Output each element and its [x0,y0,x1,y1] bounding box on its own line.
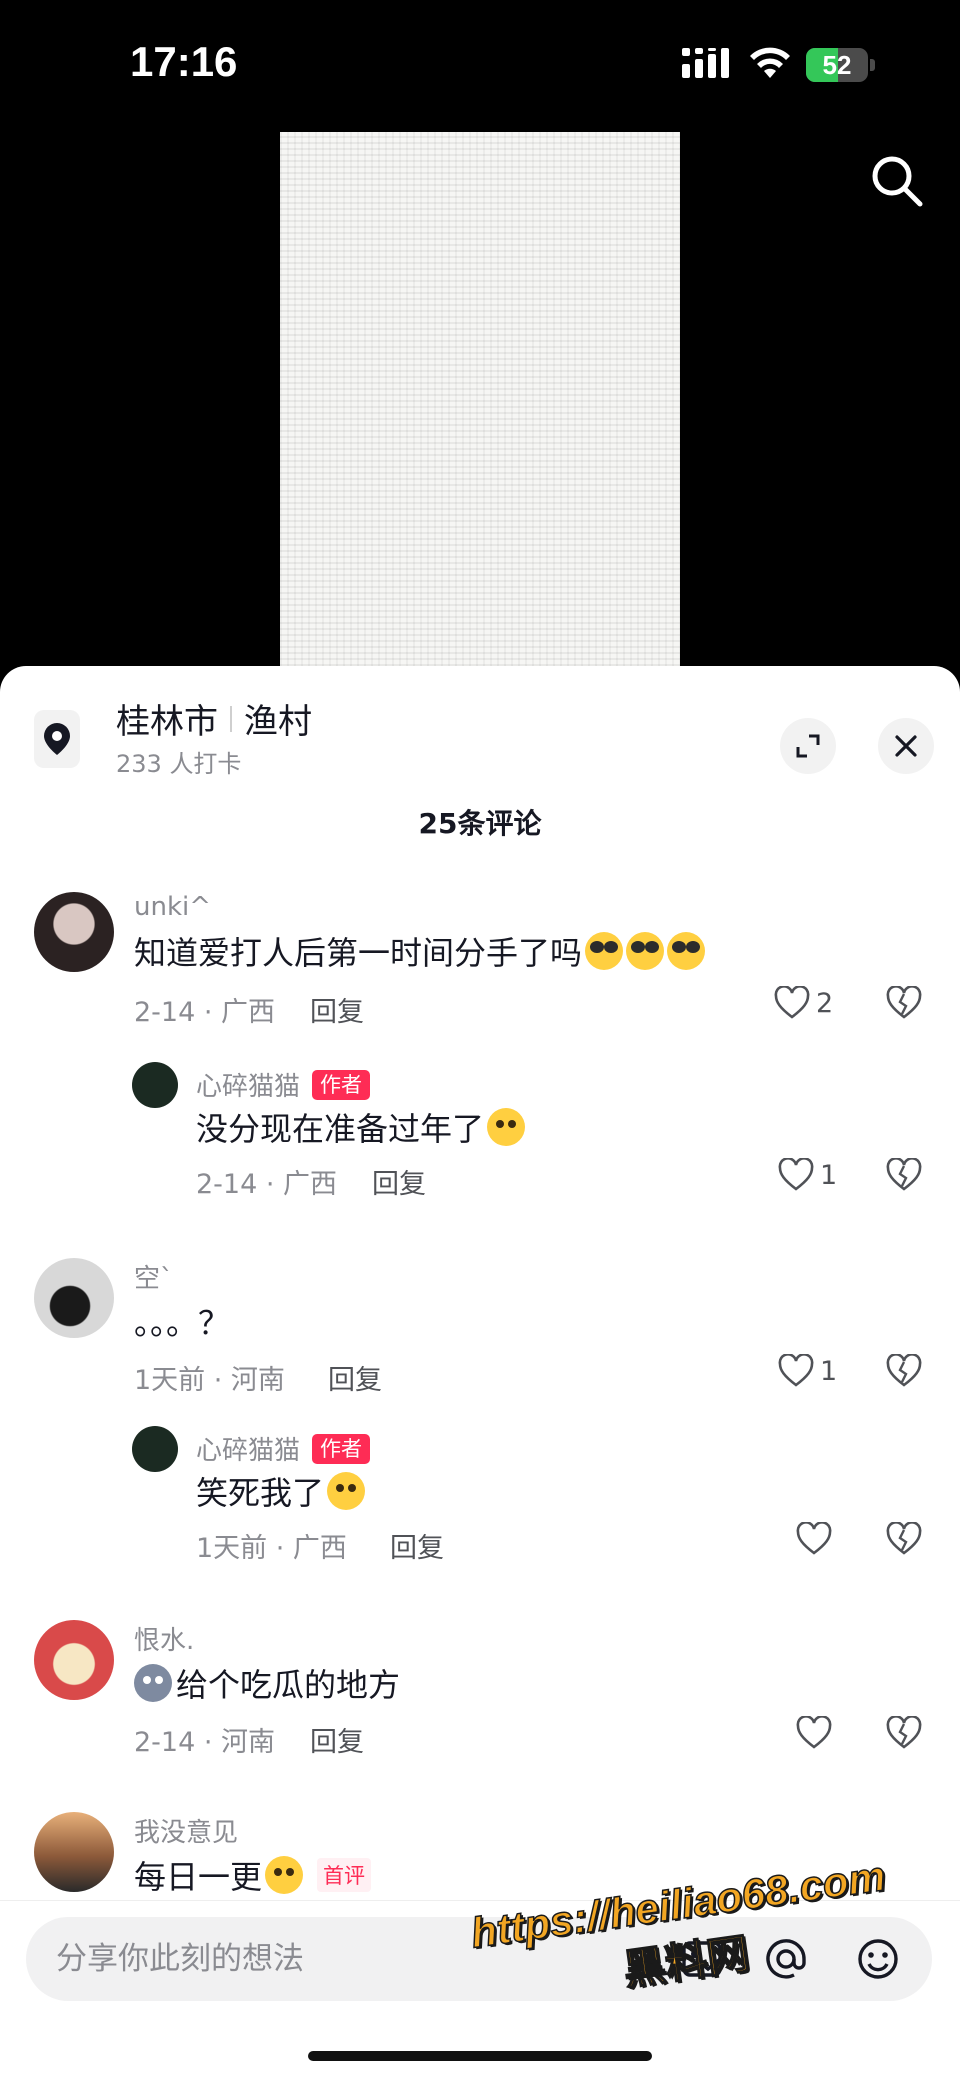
avatar[interactable] [132,1062,178,1108]
comment-username[interactable]: 空` [134,1258,173,1295]
comment-username[interactable]: 心碎猫猫 作者 [196,1430,371,1467]
laughing-emoji-icon [265,1856,304,1894]
search-icon[interactable] [868,152,926,210]
broken-heart-icon[interactable] [886,986,922,1020]
avatar[interactable] [34,1620,114,1700]
like-count: 2 [816,987,834,1019]
comment-text-body: 知道爱打人后第一时间分手了吗 [134,934,583,972]
crying-laughing-emoji-icon [327,1472,366,1510]
reply-button[interactable]: 回复 [310,1720,364,1759]
close-icon [895,735,917,757]
checkin-count: 233 人打卡 [116,750,242,778]
comment-text: 给个吃瓜的地方 [134,1660,400,1706]
author-badge: 作者 [312,1433,371,1464]
comment-text-body: 没分现在准备过年了 [196,1110,485,1148]
comment-text-body: 笑死我了 [196,1474,325,1512]
comment-username[interactable]: 恨水. [134,1620,194,1657]
comment-username[interactable]: unki^ [134,892,211,922]
heart-icon [778,1354,814,1387]
like-button[interactable]: 1 [778,1158,837,1192]
comment-text-body: 给个吃瓜的地方 [176,1666,401,1704]
like-count: 1 [820,1355,838,1387]
reply-button[interactable]: 回复 [310,990,364,1029]
heart-icon [778,1158,814,1191]
status-time: 17:16 [130,38,238,85]
panda-emoji-icon [585,932,624,970]
expand-icon [796,734,820,758]
like-button[interactable] [796,1716,832,1750]
drooling-emoji-icon [487,1108,526,1146]
comment-text-body: 每日一更 [134,1858,263,1896]
comment-text: 每日一更 首评 [134,1852,372,1898]
panda-emoji-icon [626,932,665,970]
avatar[interactable] [132,1426,178,1472]
close-button[interactable] [878,718,934,774]
broken-heart-icon[interactable] [886,1522,922,1556]
cellular-signal-icon [682,48,729,78]
comments-count: 25条评论 [418,807,542,840]
battery-indicator: 52 [806,48,876,82]
location-place: 渔村 [244,702,312,742]
wifi-icon [750,47,790,78]
comment-date: 1天前 · 河南 [134,1365,285,1396]
like-button[interactable]: 2 [774,986,833,1020]
husky-emoji-icon [134,1664,172,1702]
heart-icon [796,1522,832,1555]
comment-text: 没分现在准备过年了 [196,1104,526,1150]
comment-text: 笑死我了 [196,1468,366,1514]
avatar[interactable] [34,892,114,972]
comment-date: 1天前 · 广西 [196,1533,347,1564]
author-badge: 作者 [312,1069,371,1100]
location-city: 桂林市 [116,702,218,742]
comment-username[interactable]: 心碎猫猫 作者 [196,1066,371,1103]
like-button[interactable]: 1 [778,1354,837,1388]
comment-username[interactable]: 我没意见 [134,1812,238,1849]
expand-button[interactable] [780,718,836,774]
video-frame[interactable] [280,132,680,672]
like-button[interactable] [796,1522,832,1556]
broken-heart-icon[interactable] [886,1716,922,1750]
status-bar: 17:16 52 [0,0,960,130]
like-count: 1 [820,1159,838,1191]
avatar[interactable] [34,1812,114,1892]
heart-icon [796,1716,832,1749]
heart-icon [774,986,810,1019]
video-player[interactable] [0,130,960,672]
comment-username-text: 心碎猫猫 [196,1072,301,1102]
reply-button[interactable]: 回复 [390,1526,444,1565]
comment-username-text: 心碎猫猫 [196,1436,301,1466]
comment-date: 2-14 · 广西 [134,997,276,1028]
battery-percent: 52 [822,50,852,80]
reply-button[interactable]: 回复 [372,1162,426,1201]
reply-button[interactable]: 回复 [328,1358,382,1397]
location-pin-icon [34,710,80,768]
comment-text: 。。。？ [134,1304,231,1342]
comment-text: 知道爱打人后第一时间分手了吗 [134,928,706,974]
panda-emoji-icon [667,932,706,970]
home-indicator [308,2051,652,2061]
location-title[interactable]: 桂林市 渔村 [116,694,312,743]
location-divider [230,705,232,732]
comment-date: 2-14 · 广西 [196,1169,338,1200]
broken-heart-icon[interactable] [886,1354,922,1388]
avatar[interactable] [34,1258,114,1338]
comment-date: 2-14 · 河南 [134,1727,276,1758]
first-comment-badge: 首评 [317,1858,372,1892]
broken-heart-icon[interactable] [886,1158,922,1192]
comment-input-placeholder: 分享你此刻的想法 [56,1941,304,1977]
